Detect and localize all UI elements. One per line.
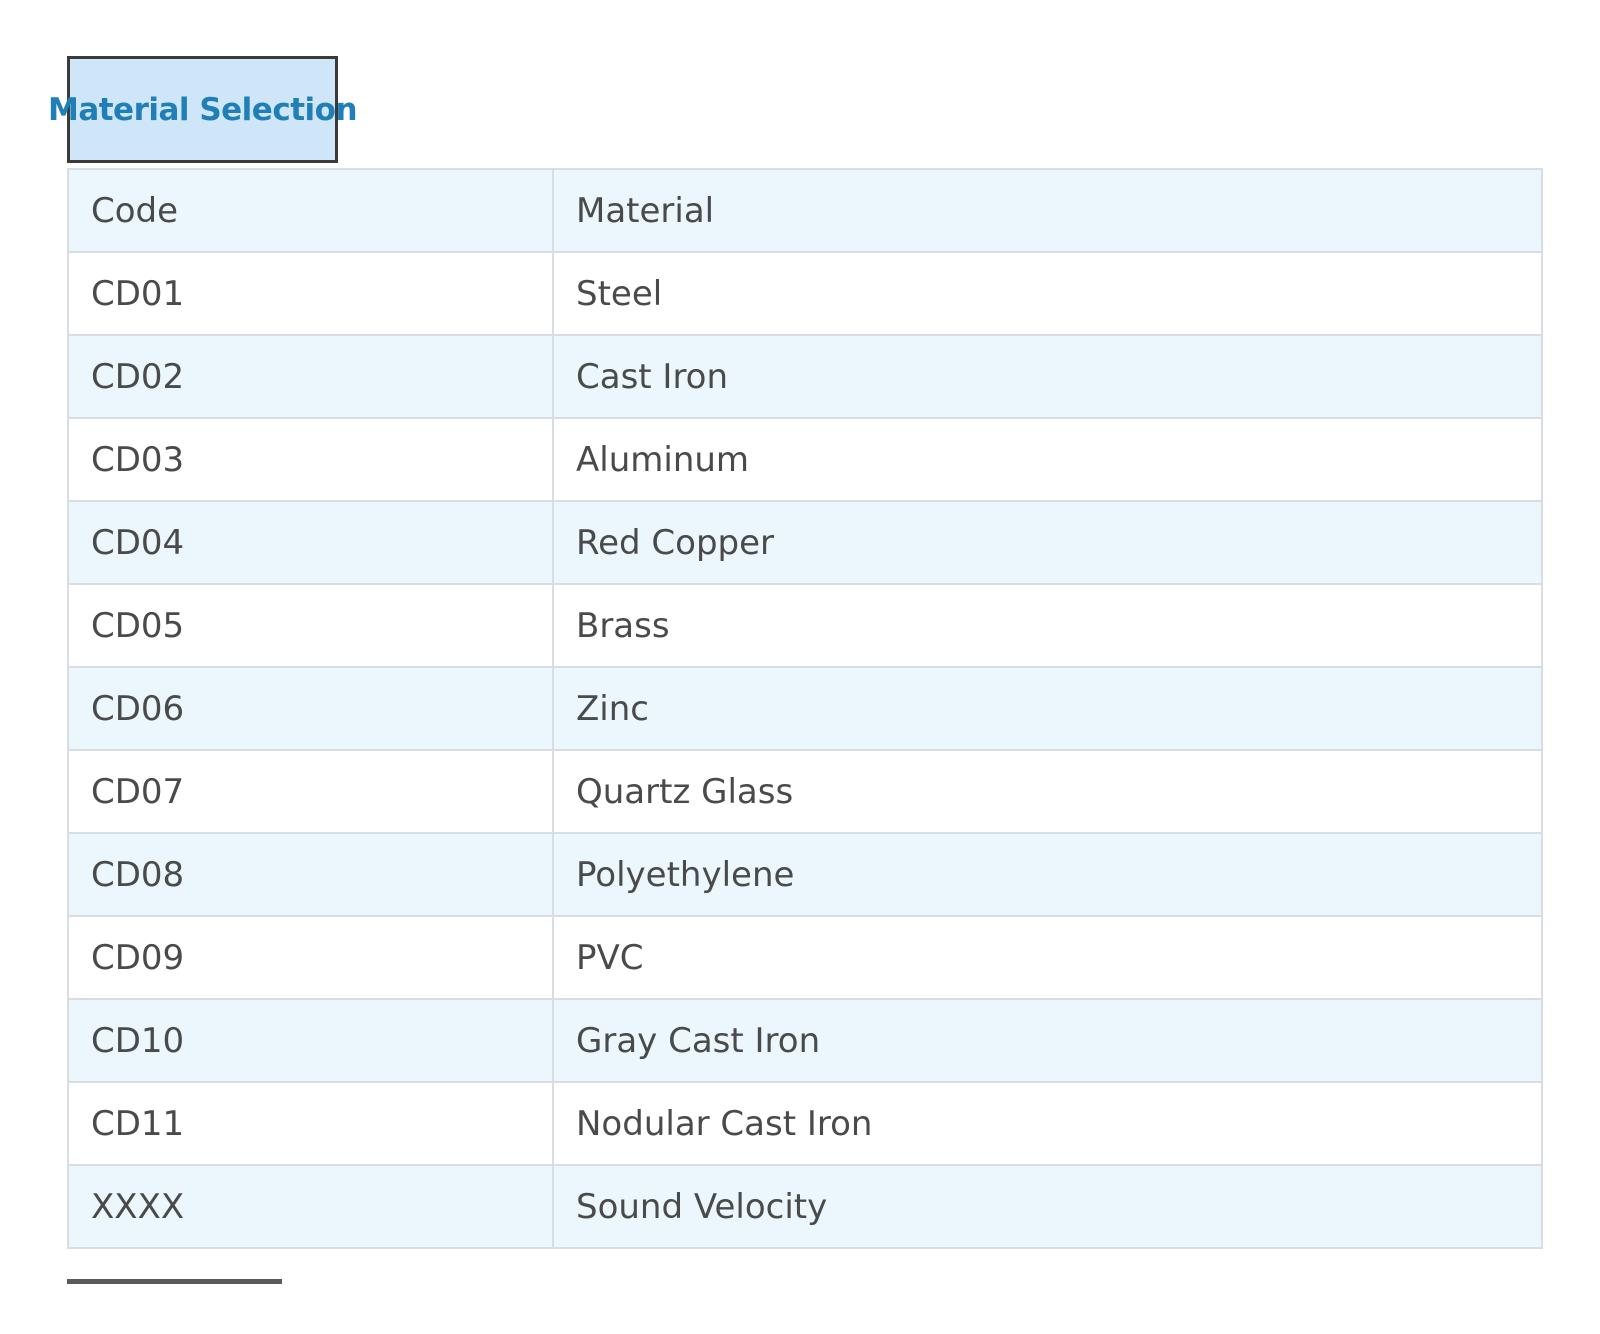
table-row[interactable]: CD05 Brass (67, 583, 1543, 668)
table-row[interactable]: CD09 PVC (67, 915, 1543, 1000)
code-cell: CD03 (67, 417, 554, 502)
material-cell: Quartz Glass (552, 749, 1543, 834)
scrollbar-thumb[interactable] (67, 1279, 282, 1284)
material-cell: Red Copper (552, 500, 1543, 585)
material-cell: Gray Cast Iron (552, 998, 1543, 1083)
tab-label: Material Selection (47, 91, 358, 128)
table-row[interactable]: CD07 Quartz Glass (67, 749, 1543, 834)
material-cell: Nodular Cast Iron (552, 1081, 1543, 1166)
material-cell: Steel (552, 251, 1543, 336)
tab-material-selection[interactable]: Material Selection (48, 56, 358, 163)
code-cell: CD07 (67, 749, 554, 834)
header-material: Material (552, 168, 1543, 253)
code-cell: CD08 (67, 832, 554, 917)
code-cell: XXXX (67, 1164, 554, 1249)
material-cell: Cast Iron (552, 334, 1543, 419)
code-cell: CD02 (67, 334, 554, 419)
code-cell: CD06 (67, 666, 554, 751)
header-code: Code (67, 168, 554, 253)
material-cell: Sound Velocity (552, 1164, 1543, 1249)
material-table: Code Material CD01 Steel CD02 Cast Iron … (67, 168, 1543, 1249)
code-cell: CD05 (67, 583, 554, 668)
table-row[interactable]: CD01 Steel (67, 251, 1543, 336)
table-row[interactable]: CD10 Gray Cast Iron (67, 998, 1543, 1083)
material-cell: Polyethylene (552, 832, 1543, 917)
table-row[interactable]: CD02 Cast Iron (67, 334, 1543, 419)
table-row[interactable]: XXXX Sound Velocity (67, 1164, 1543, 1249)
table-row[interactable]: CD04 Red Copper (67, 500, 1543, 585)
material-cell: PVC (552, 915, 1543, 1000)
table-row[interactable]: CD11 Nodular Cast Iron (67, 1081, 1543, 1166)
code-cell: CD10 (67, 998, 554, 1083)
material-cell: Brass (552, 583, 1543, 668)
material-cell: Aluminum (552, 417, 1543, 502)
material-cell: Zinc (552, 666, 1543, 751)
code-cell: CD09 (67, 915, 554, 1000)
code-cell: CD04 (67, 500, 554, 585)
table-row[interactable]: CD06 Zinc (67, 666, 1543, 751)
material-table-container: Code Material CD01 Steel CD02 Cast Iron … (67, 168, 1543, 1249)
code-cell: CD11 (67, 1081, 554, 1166)
table-row[interactable]: CD08 Polyethylene (67, 832, 1543, 917)
table-header-row: Code Material (67, 168, 1543, 253)
code-cell: CD01 (67, 251, 554, 336)
table-row[interactable]: CD03 Aluminum (67, 417, 1543, 502)
